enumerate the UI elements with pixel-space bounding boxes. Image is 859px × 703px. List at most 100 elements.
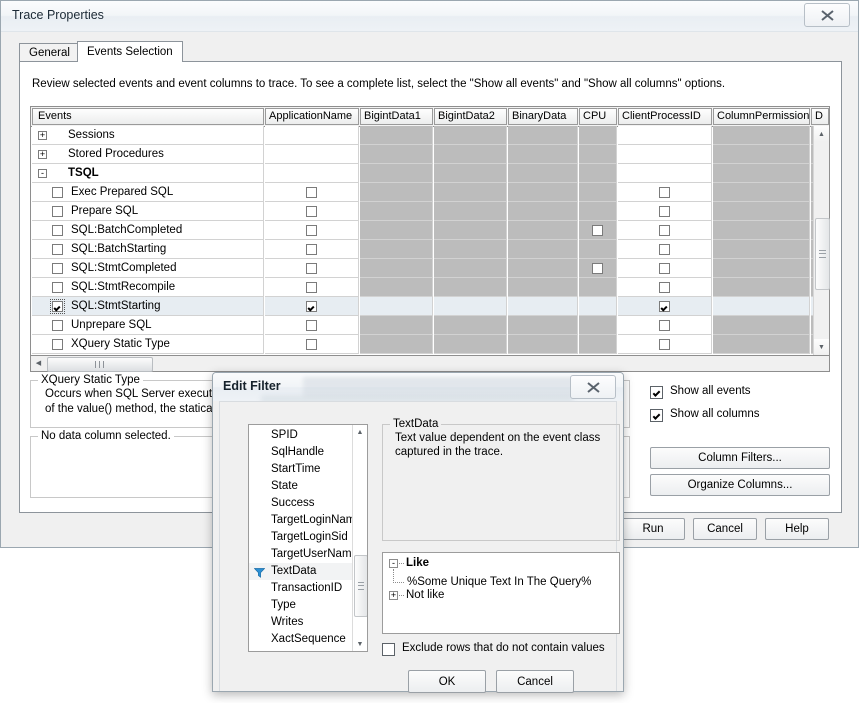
- grid-cell[interactable]: [713, 297, 810, 316]
- table-row[interactable]: - TSQL: [31, 164, 829, 183]
- tab-events-selection[interactable]: Events Selection: [77, 41, 183, 62]
- grid-cell[interactable]: [508, 183, 578, 202]
- filter-column-item[interactable]: TargetLoginSid: [249, 529, 367, 546]
- filter-column-item[interactable]: SPID: [249, 427, 367, 444]
- grid-cell[interactable]: [265, 335, 359, 354]
- notlike-label[interactable]: Not like: [406, 588, 444, 602]
- grid-cell[interactable]: [579, 335, 617, 354]
- grid-cell[interactable]: [434, 126, 507, 145]
- table-row[interactable]: SQL:StmtRecompile: [31, 278, 829, 297]
- column-checkbox[interactable]: [306, 282, 317, 293]
- grid-cell[interactable]: [434, 164, 507, 183]
- filter-column-item[interactable]: TargetLoginName: [249, 512, 367, 529]
- grid-cell[interactable]: [579, 278, 617, 297]
- grid-cell[interactable]: [265, 259, 359, 278]
- table-row[interactable]: SQL:BatchStarting: [31, 240, 829, 259]
- column-checkbox[interactable]: [659, 263, 670, 274]
- exclude-rows-checkbox[interactable]: [382, 643, 395, 656]
- grid-cell[interactable]: [579, 164, 617, 183]
- events-grid[interactable]: Events ApplicationName BigintData1 BigintDa…: [30, 106, 830, 356]
- grid-cell[interactable]: [508, 202, 578, 221]
- table-row[interactable]: SQL:StmtStarting: [31, 297, 829, 316]
- grid-cell[interactable]: [434, 335, 507, 354]
- grid-cell[interactable]: [434, 221, 507, 240]
- grid-cell[interactable]: SQL:BatchCompleted: [32, 221, 264, 240]
- expand-icon[interactable]: +: [38, 150, 47, 159]
- event-checkbox[interactable]: [52, 225, 63, 236]
- filter-cancel-button[interactable]: Cancel: [496, 670, 574, 693]
- table-row[interactable]: + Stored Procedures: [31, 145, 829, 164]
- grid-header-cell[interactable]: Events: [32, 108, 264, 125]
- grid-cell[interactable]: [508, 240, 578, 259]
- grid-cell[interactable]: [713, 221, 810, 240]
- grid-cell[interactable]: [360, 297, 433, 316]
- filter-list-scrollbar[interactable]: ▲ ▼: [352, 425, 367, 651]
- table-row[interactable]: Prepare SQL: [31, 202, 829, 221]
- grid-cell[interactable]: [579, 145, 617, 164]
- grid-cell[interactable]: [265, 145, 359, 164]
- grid-cell[interactable]: [508, 145, 578, 164]
- grid-cell[interactable]: [508, 297, 578, 316]
- grid-cell[interactable]: [508, 316, 578, 335]
- grid-cell[interactable]: [508, 221, 578, 240]
- notlike-expander-icon[interactable]: +: [389, 591, 398, 600]
- grid-cell[interactable]: [360, 164, 433, 183]
- grid-cell[interactable]: [434, 183, 507, 202]
- scroll-left-icon[interactable]: ◀: [31, 356, 46, 370]
- grid-cell[interactable]: [508, 126, 578, 145]
- like-expander-icon[interactable]: -: [389, 559, 398, 568]
- grid-cell[interactable]: [713, 164, 810, 183]
- grid-cell[interactable]: Exec Prepared SQL: [32, 183, 264, 202]
- grid-cell[interactable]: [618, 278, 712, 297]
- grid-cell[interactable]: [434, 259, 507, 278]
- column-checkbox[interactable]: [659, 206, 670, 217]
- filter-column-list[interactable]: SPID SqlHandle StartTime State Success Target…: [248, 424, 368, 652]
- grid-cell[interactable]: [713, 259, 810, 278]
- grid-cell[interactable]: [713, 145, 810, 164]
- grid-cell[interactable]: [508, 164, 578, 183]
- grid-cell[interactable]: [618, 259, 712, 278]
- grid-cell[interactable]: [713, 335, 810, 354]
- grid-header-cell[interactable]: BigintData2: [434, 108, 507, 125]
- grid-cell[interactable]: [713, 278, 810, 297]
- column-checkbox[interactable]: [306, 301, 317, 312]
- column-checkbox[interactable]: [306, 263, 317, 274]
- column-checkbox[interactable]: [306, 187, 317, 198]
- cancel-button[interactable]: Cancel: [693, 518, 757, 540]
- filter-column-item[interactable]: TextData: [249, 563, 367, 580]
- grid-cell[interactable]: [265, 221, 359, 240]
- grid-cell[interactable]: [360, 240, 433, 259]
- filter-column-item[interactable]: Success: [249, 495, 367, 512]
- grid-cell[interactable]: [265, 316, 359, 335]
- grid-cell[interactable]: + Sessions: [32, 126, 264, 145]
- grid-cell[interactable]: [434, 297, 507, 316]
- scroll-up-icon[interactable]: ▲: [353, 425, 367, 439]
- grid-header-cell[interactable]: BigintData1: [360, 108, 433, 125]
- grid-vscroll-thumb[interactable]: [815, 218, 830, 290]
- table-row[interactable]: + Sessions: [31, 126, 829, 145]
- table-row[interactable]: XQuery Static Type: [31, 335, 829, 354]
- grid-cell[interactable]: [508, 259, 578, 278]
- column-checkbox[interactable]: [659, 282, 670, 293]
- show-all-columns-checkbox[interactable]: [650, 409, 663, 422]
- grid-cell[interactable]: [618, 297, 712, 316]
- event-checkbox[interactable]: [52, 187, 63, 198]
- table-row[interactable]: SQL:BatchCompleted: [31, 221, 829, 240]
- column-filters-button[interactable]: Column Filters...: [650, 447, 830, 469]
- grid-cell[interactable]: [434, 145, 507, 164]
- grid-cell[interactable]: [360, 335, 433, 354]
- grid-header-cell[interactable]: ColumnPermissions: [713, 108, 810, 125]
- filter-column-item[interactable]: SqlHandle: [249, 444, 367, 461]
- grid-cell[interactable]: Prepare SQL: [32, 202, 264, 221]
- grid-cell[interactable]: [713, 316, 810, 335]
- event-checkbox[interactable]: [52, 244, 63, 255]
- grid-cell[interactable]: [265, 164, 359, 183]
- event-checkbox[interactable]: [52, 320, 63, 331]
- grid-cell[interactable]: [579, 240, 617, 259]
- filter-column-item[interactable]: Writes: [249, 614, 367, 631]
- event-checkbox[interactable]: [52, 282, 63, 293]
- column-checkbox[interactable]: [659, 244, 670, 255]
- filter-column-item[interactable]: XactSequence: [249, 631, 367, 648]
- filter-column-item[interactable]: Type: [249, 597, 367, 614]
- table-row[interactable]: Unprepare SQL: [31, 316, 829, 335]
